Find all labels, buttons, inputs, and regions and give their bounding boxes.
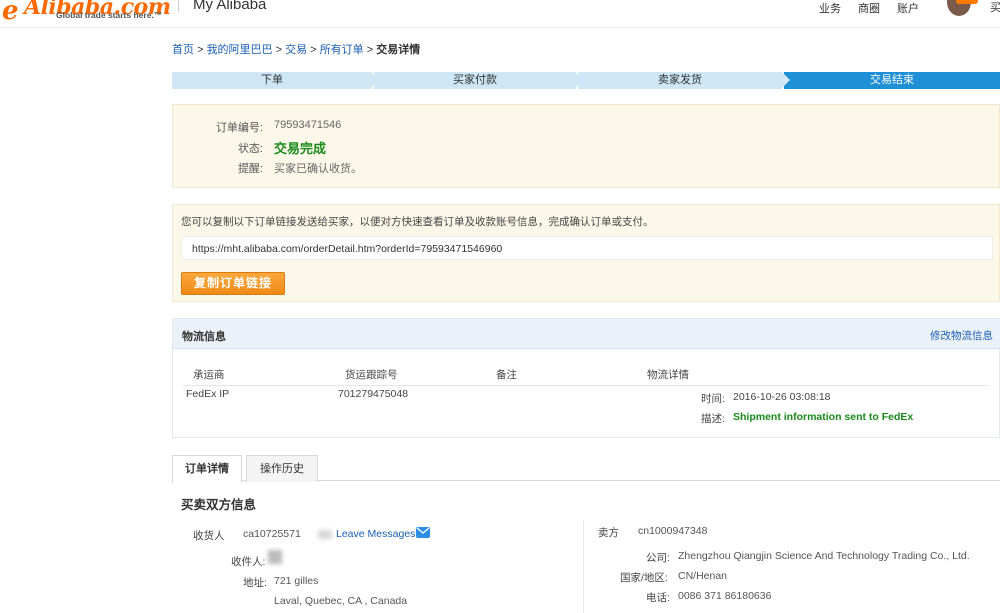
ship-time-label: 时间: <box>701 393 725 405</box>
page-title[interactable]: My Alibaba <box>193 0 266 13</box>
breadcrumb-all-orders[interactable]: 所有订单 <box>320 44 364 56</box>
parties-title: 买卖双方信息 <box>181 498 257 512</box>
seller-id: cn1000947348 <box>638 525 708 537</box>
order-link-panel: 您可以复制以下订单链接发送给买家，以便对方快速查看订单及收款账号信息，完成确认订… <box>172 204 1000 302</box>
nav-circle[interactable]: 商圈 <box>858 0 880 16</box>
breadcrumb-my-alibaba[interactable]: 我的阿里巴巴 <box>207 44 273 56</box>
header-divider <box>178 0 179 12</box>
seller-label: 卖方 <box>598 527 619 539</box>
nav-cut-item[interactable]: 买 <box>990 0 1000 15</box>
top-bar: e Alibaba.com Global trade starts here.™… <box>0 0 1000 28</box>
breadcrumb-home[interactable]: 首页 <box>172 44 194 56</box>
col-tracking-number: 货运跟踪号 <box>345 369 398 381</box>
order-number-label: 订单编号: <box>215 122 263 134</box>
alibaba-logo[interactable]: e Alibaba.com Global trade starts here.™ <box>2 0 171 26</box>
logistics-panel: 物流信息 修改物流信息 承运商 货运跟踪号 备注 物流详情 FedEx IP 7… <box>172 318 1000 438</box>
ship-time: 2016-10-26 03:08:18 <box>733 391 831 403</box>
carrier-name: FedEx IP <box>186 388 230 400</box>
order-status-panel: 订单编号: 79593471546 状态: 交易完成 提醒: 买家已确认收货。 <box>172 104 1000 188</box>
breadcrumb-sep: > <box>197 44 204 56</box>
recipient-label: 收件人: <box>231 556 266 568</box>
order-progress-steps: 下单 买家付款 卖家发货 交易结束 <box>172 72 1000 89</box>
order-state: 交易完成 <box>274 141 327 156</box>
address-line-1: 721 gilles <box>274 575 319 587</box>
company-name: Zhengzhou Qiangjin Science And Technolog… <box>678 550 970 562</box>
tab-order-details[interactable]: 订单详情 <box>172 455 242 483</box>
tab-operation-history[interactable]: 操作历史 <box>246 455 318 482</box>
breadcrumb-sep: > <box>366 44 374 56</box>
col-logistics-detail: 物流详情 <box>647 369 689 381</box>
tracking-number[interactable]: 701279475048 <box>338 388 408 400</box>
step-trade-complete: 交易结束 <box>784 72 1000 89</box>
logistics-title: 物流信息 <box>182 331 226 343</box>
step-seller-ship: 卖家发货 <box>578 72 782 89</box>
col-carrier: 承运商 <box>193 369 225 381</box>
ship-desc-label: 描述: <box>701 413 725 425</box>
address-label: 地址: <box>243 577 267 589</box>
breadcrumb-trade[interactable]: 交易 <box>285 44 307 56</box>
edit-logistics-link[interactable]: 修改物流信息 <box>930 328 993 343</box>
redacted-blur <box>268 550 282 564</box>
copy-order-link-button[interactable]: 复制订单链接 <box>181 272 285 295</box>
leave-messages-link[interactable]: Leave Messages <box>336 528 415 540</box>
address-line-2: Laval, Quebec, CA , Canada <box>274 595 408 607</box>
region-value: CN/Henan <box>678 570 728 582</box>
order-number: 79593471546 <box>274 119 342 131</box>
step-place-order: 下单 <box>172 72 372 89</box>
phone-value: 0086 371 86180636 <box>678 590 772 602</box>
logistics-divider <box>183 385 989 386</box>
col-remark: 备注 <box>496 369 517 381</box>
reminder-label: 提醒: <box>237 163 263 175</box>
buyer-label: 收货人 <box>193 530 225 542</box>
company-label: 公司: <box>646 552 670 564</box>
breadcrumb-sep: > <box>310 44 317 56</box>
breadcrumb-sep: > <box>275 44 283 56</box>
buyer-id: ca10725571 <box>243 528 301 540</box>
alibaba-logo-mark: e <box>2 0 19 26</box>
nav-account[interactable]: 账户 <box>897 0 919 16</box>
share-tip: 您可以复制以下订单链接发送给买家，以便对方快速查看订单及收款账号信息，完成确认订… <box>181 216 654 228</box>
redacted-blur <box>318 530 332 539</box>
mail-icon[interactable] <box>416 527 430 538</box>
logistics-header: 物流信息 修改物流信息 <box>173 319 1000 349</box>
reminder-text: 买家已确认收货。 <box>274 163 362 175</box>
phone-label: 电话: <box>646 592 670 604</box>
ship-desc: Shipment information sent to FedEx <box>733 411 914 423</box>
online-badge: ON <box>956 0 978 4</box>
order-state-label: 状态: <box>237 143 263 155</box>
step-separator <box>782 72 790 88</box>
region-label: 国家/地区: <box>620 572 668 584</box>
nav-business[interactable]: 业务 <box>819 0 841 16</box>
breadcrumb-current: 交易详情 <box>376 44 421 56</box>
detail-tabs: 订单详情 操作历史 <box>172 453 1000 483</box>
logo-tagline: Global trade starts here.™ <box>56 10 163 20</box>
order-link-field[interactable]: https://mht.alibaba.com/orderDetail.htm?… <box>181 236 993 260</box>
breadcrumb: 首页 > 我的阿里巴巴 > 交易 > 所有订单 > 交易详情 <box>172 41 420 57</box>
step-buyer-pay: 买家付款 <box>374 72 576 89</box>
parties-divider <box>583 520 584 613</box>
